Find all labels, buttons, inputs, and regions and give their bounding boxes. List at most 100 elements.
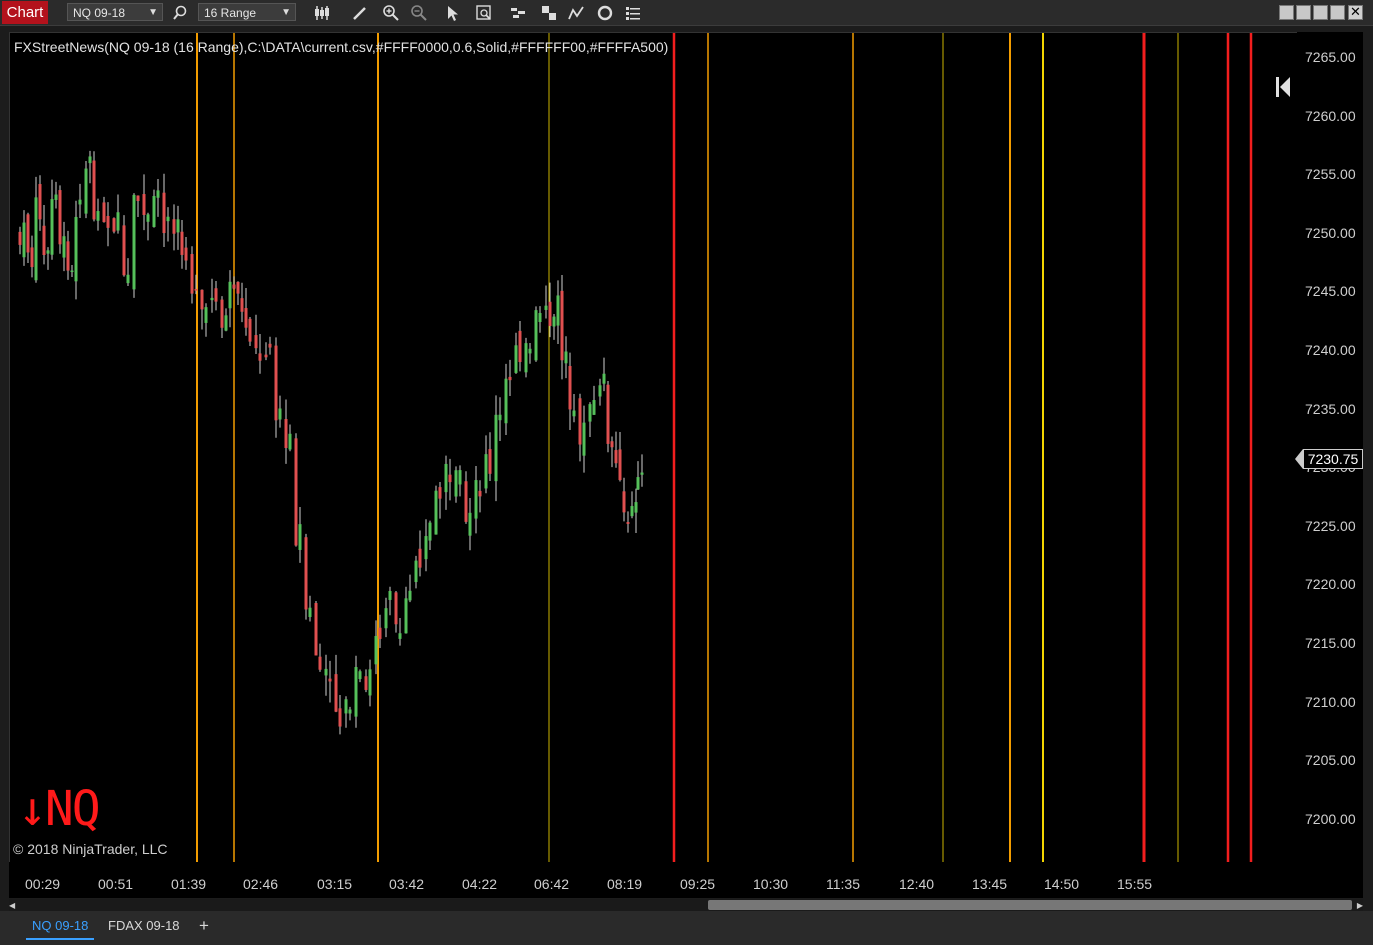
- time-tick-label: 00:51: [98, 876, 134, 892]
- candle-body: [378, 627, 382, 639]
- candle-body: [166, 216, 170, 222]
- candle-body: [592, 400, 596, 415]
- chart-panel[interactable]: FXStreetNews(NQ 09-18 (16 Range),C:\DATA…: [9, 32, 1298, 863]
- pointer-icon[interactable]: [444, 4, 462, 22]
- time-tick-label: 12:40: [899, 876, 935, 892]
- candle-body: [84, 168, 88, 214]
- templates-icon[interactable]: [540, 4, 558, 22]
- reload-icon[interactable]: [596, 4, 614, 22]
- candle-body: [544, 305, 548, 310]
- candle-body: [298, 524, 302, 550]
- price-tick-label: 7240.00: [1305, 342, 1356, 358]
- candle-body: [448, 474, 452, 483]
- candle-body: [112, 218, 116, 232]
- scroll-thumb[interactable]: [708, 900, 1352, 910]
- candle-body: [354, 667, 358, 717]
- maximize-icon[interactable]: [1330, 5, 1345, 20]
- candle-body: [102, 202, 106, 223]
- candle-body: [210, 297, 214, 301]
- candle-body: [334, 674, 338, 712]
- candle-body: [578, 398, 582, 445]
- candle-body: [314, 603, 318, 656]
- candle-body: [308, 607, 312, 617]
- pencil-icon[interactable]: [351, 4, 369, 22]
- scroll-right-icon[interactable]: ▶: [1357, 901, 1363, 910]
- candle-body: [626, 522, 630, 524]
- bar-type-selector[interactable]: 16 Range ▼: [198, 3, 296, 21]
- candle-body: [162, 192, 166, 234]
- bar-style-icon[interactable]: [313, 4, 331, 22]
- candle-body: [518, 330, 522, 363]
- snap-icon[interactable]: [1296, 5, 1311, 20]
- candle-body: [62, 236, 66, 258]
- jump-to-latest-icon[interactable]: [1273, 75, 1293, 99]
- candle-body: [142, 194, 146, 215]
- candle-body: [514, 345, 518, 373]
- candle-body: [588, 404, 592, 422]
- tab-nq-09-18[interactable]: NQ 09-18: [26, 914, 95, 940]
- candle-body: [328, 678, 332, 682]
- candle-body: [184, 247, 188, 261]
- price-tick-label: 7210.00: [1305, 693, 1356, 710]
- candle-body: [636, 477, 640, 490]
- time-tick-label: 10:30: [753, 876, 789, 892]
- candle-body: [602, 373, 606, 384]
- horizontal-scrollbar[interactable]: ◀ ▶: [9, 899, 1363, 911]
- time-axis[interactable]: 00:29 00:51 01:39 02:46 03:15 03:42 04:22 06:42…: [9, 862, 1363, 898]
- candle-body: [268, 343, 272, 348]
- add-tab-button[interactable]: +: [193, 914, 215, 938]
- candle-body: [556, 295, 560, 326]
- price-axis[interactable]: 7265.00 7260.00 7255.00 7250.00 7245.00 7240.…: [1297, 32, 1363, 862]
- instrument-selector[interactable]: NQ 09-18 ▼: [67, 3, 163, 21]
- time-tick-label: 15:55: [1117, 876, 1153, 892]
- data-box-icon[interactable]: [475, 4, 493, 22]
- candle-body: [180, 231, 184, 255]
- candle-body: [88, 156, 92, 164]
- tile-icon[interactable]: [1279, 5, 1294, 20]
- candle-body: [458, 470, 462, 485]
- price-tick-label: 7260.00: [1305, 107, 1356, 124]
- scroll-left-icon[interactable]: ◀: [9, 901, 15, 910]
- candle-body: [418, 548, 422, 568]
- price-tick-label: 7235.00: [1305, 400, 1356, 417]
- candle-body: [640, 472, 644, 475]
- candle-body: [508, 376, 512, 381]
- candle-body: [58, 190, 62, 245]
- zoom-out-icon[interactable]: [410, 4, 428, 22]
- candle-body: [606, 384, 610, 444]
- minimize-icon[interactable]: [1313, 5, 1328, 20]
- candle-body: [240, 298, 244, 312]
- candle-body: [132, 194, 136, 290]
- candle-body: [582, 422, 586, 456]
- candle-body: [304, 537, 308, 610]
- price-tick-label: 7255.00: [1305, 166, 1356, 183]
- chevron-down-icon: ▼: [281, 7, 291, 18]
- time-tick-label: 13:45: [972, 876, 1008, 892]
- candle-body: [630, 506, 634, 517]
- properties-icon[interactable]: [624, 4, 642, 22]
- time-tick-label: 14:50: [1044, 876, 1080, 892]
- candle-body: [564, 351, 568, 364]
- candle-body: [424, 536, 428, 560]
- candle-body: [236, 281, 240, 294]
- search-icon[interactable]: [171, 4, 189, 22]
- candle-body: [414, 560, 418, 583]
- indicator-label: FXStreetNews(NQ 09-18 (16 Range),C:\DATA…: [14, 39, 669, 55]
- candle-body: [54, 194, 58, 200]
- candle-body: [284, 418, 288, 449]
- candle-body: [42, 225, 46, 256]
- price-tick-label: 7245.00: [1305, 283, 1356, 300]
- candle-body: [122, 225, 126, 276]
- tab-fdax-09-18[interactable]: FDAX 09-18: [102, 914, 186, 938]
- candle-body: [568, 365, 572, 410]
- close-icon[interactable]: ✕: [1348, 5, 1363, 20]
- zoom-in-icon[interactable]: [382, 4, 400, 22]
- indicators-icon[interactable]: [567, 4, 585, 22]
- price-tick-label: 7205.00: [1305, 752, 1356, 769]
- strategies-icon[interactable]: [509, 4, 527, 22]
- chart-tab[interactable]: Chart: [2, 1, 48, 24]
- candle-body: [538, 312, 542, 323]
- candle-body: [194, 288, 198, 291]
- price-tick-label: 7215.00: [1305, 635, 1356, 651]
- candle-body: [552, 316, 556, 327]
